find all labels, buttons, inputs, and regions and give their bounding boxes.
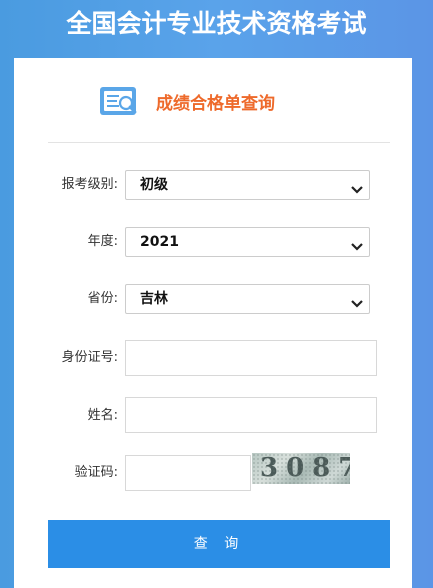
province-row: 省份: 吉林 <box>14 282 412 316</box>
chevron-down-icon <box>351 237 363 251</box>
captcha-noise <box>252 453 350 484</box>
level-value: 初级 <box>140 177 168 193</box>
year-value: 2021 <box>140 234 179 250</box>
card-header: 成绩合格单查询 <box>14 84 412 124</box>
year-select[interactable]: 2021 <box>125 227 370 257</box>
chevron-down-icon <box>351 180 363 194</box>
level-label: 报考级别: <box>61 177 118 192</box>
province-value: 吉林 <box>140 291 168 307</box>
card-title: 成绩合格单查询 <box>156 94 275 114</box>
level-row: 报考级别: 初级 <box>14 168 412 202</box>
query-card: 成绩合格单查询 报考级别: 初级 年度: 2021 省份: 吉林 身份证号: 姓… <box>14 58 412 588</box>
query-button[interactable]: 查 询 <box>48 520 390 568</box>
province-label: 省份: <box>87 291 118 306</box>
name-input[interactable] <box>125 397 377 433</box>
year-label: 年度: <box>87 234 118 249</box>
name-row: 姓名: <box>14 397 412 433</box>
captcha-image[interactable]: 3087 <box>252 453 350 484</box>
name-label: 姓名: <box>87 408 118 423</box>
document-search-icon <box>98 84 142 120</box>
captcha-label: 验证码: <box>74 465 118 480</box>
id-number-label: 身份证号: <box>61 350 118 365</box>
chevron-down-icon <box>351 294 363 308</box>
id-number-input[interactable] <box>125 340 377 376</box>
page-title: 全国会计专业技术资格考试 <box>66 9 367 38</box>
captcha-input[interactable] <box>125 455 251 491</box>
level-select[interactable]: 初级 <box>125 170 370 200</box>
header-divider <box>48 142 390 143</box>
province-select[interactable]: 吉林 <box>125 284 370 314</box>
captcha-row: 验证码: 3087 <box>14 453 412 491</box>
year-row: 年度: 2021 <box>14 225 412 259</box>
id-number-row: 身份证号: <box>14 340 412 376</box>
